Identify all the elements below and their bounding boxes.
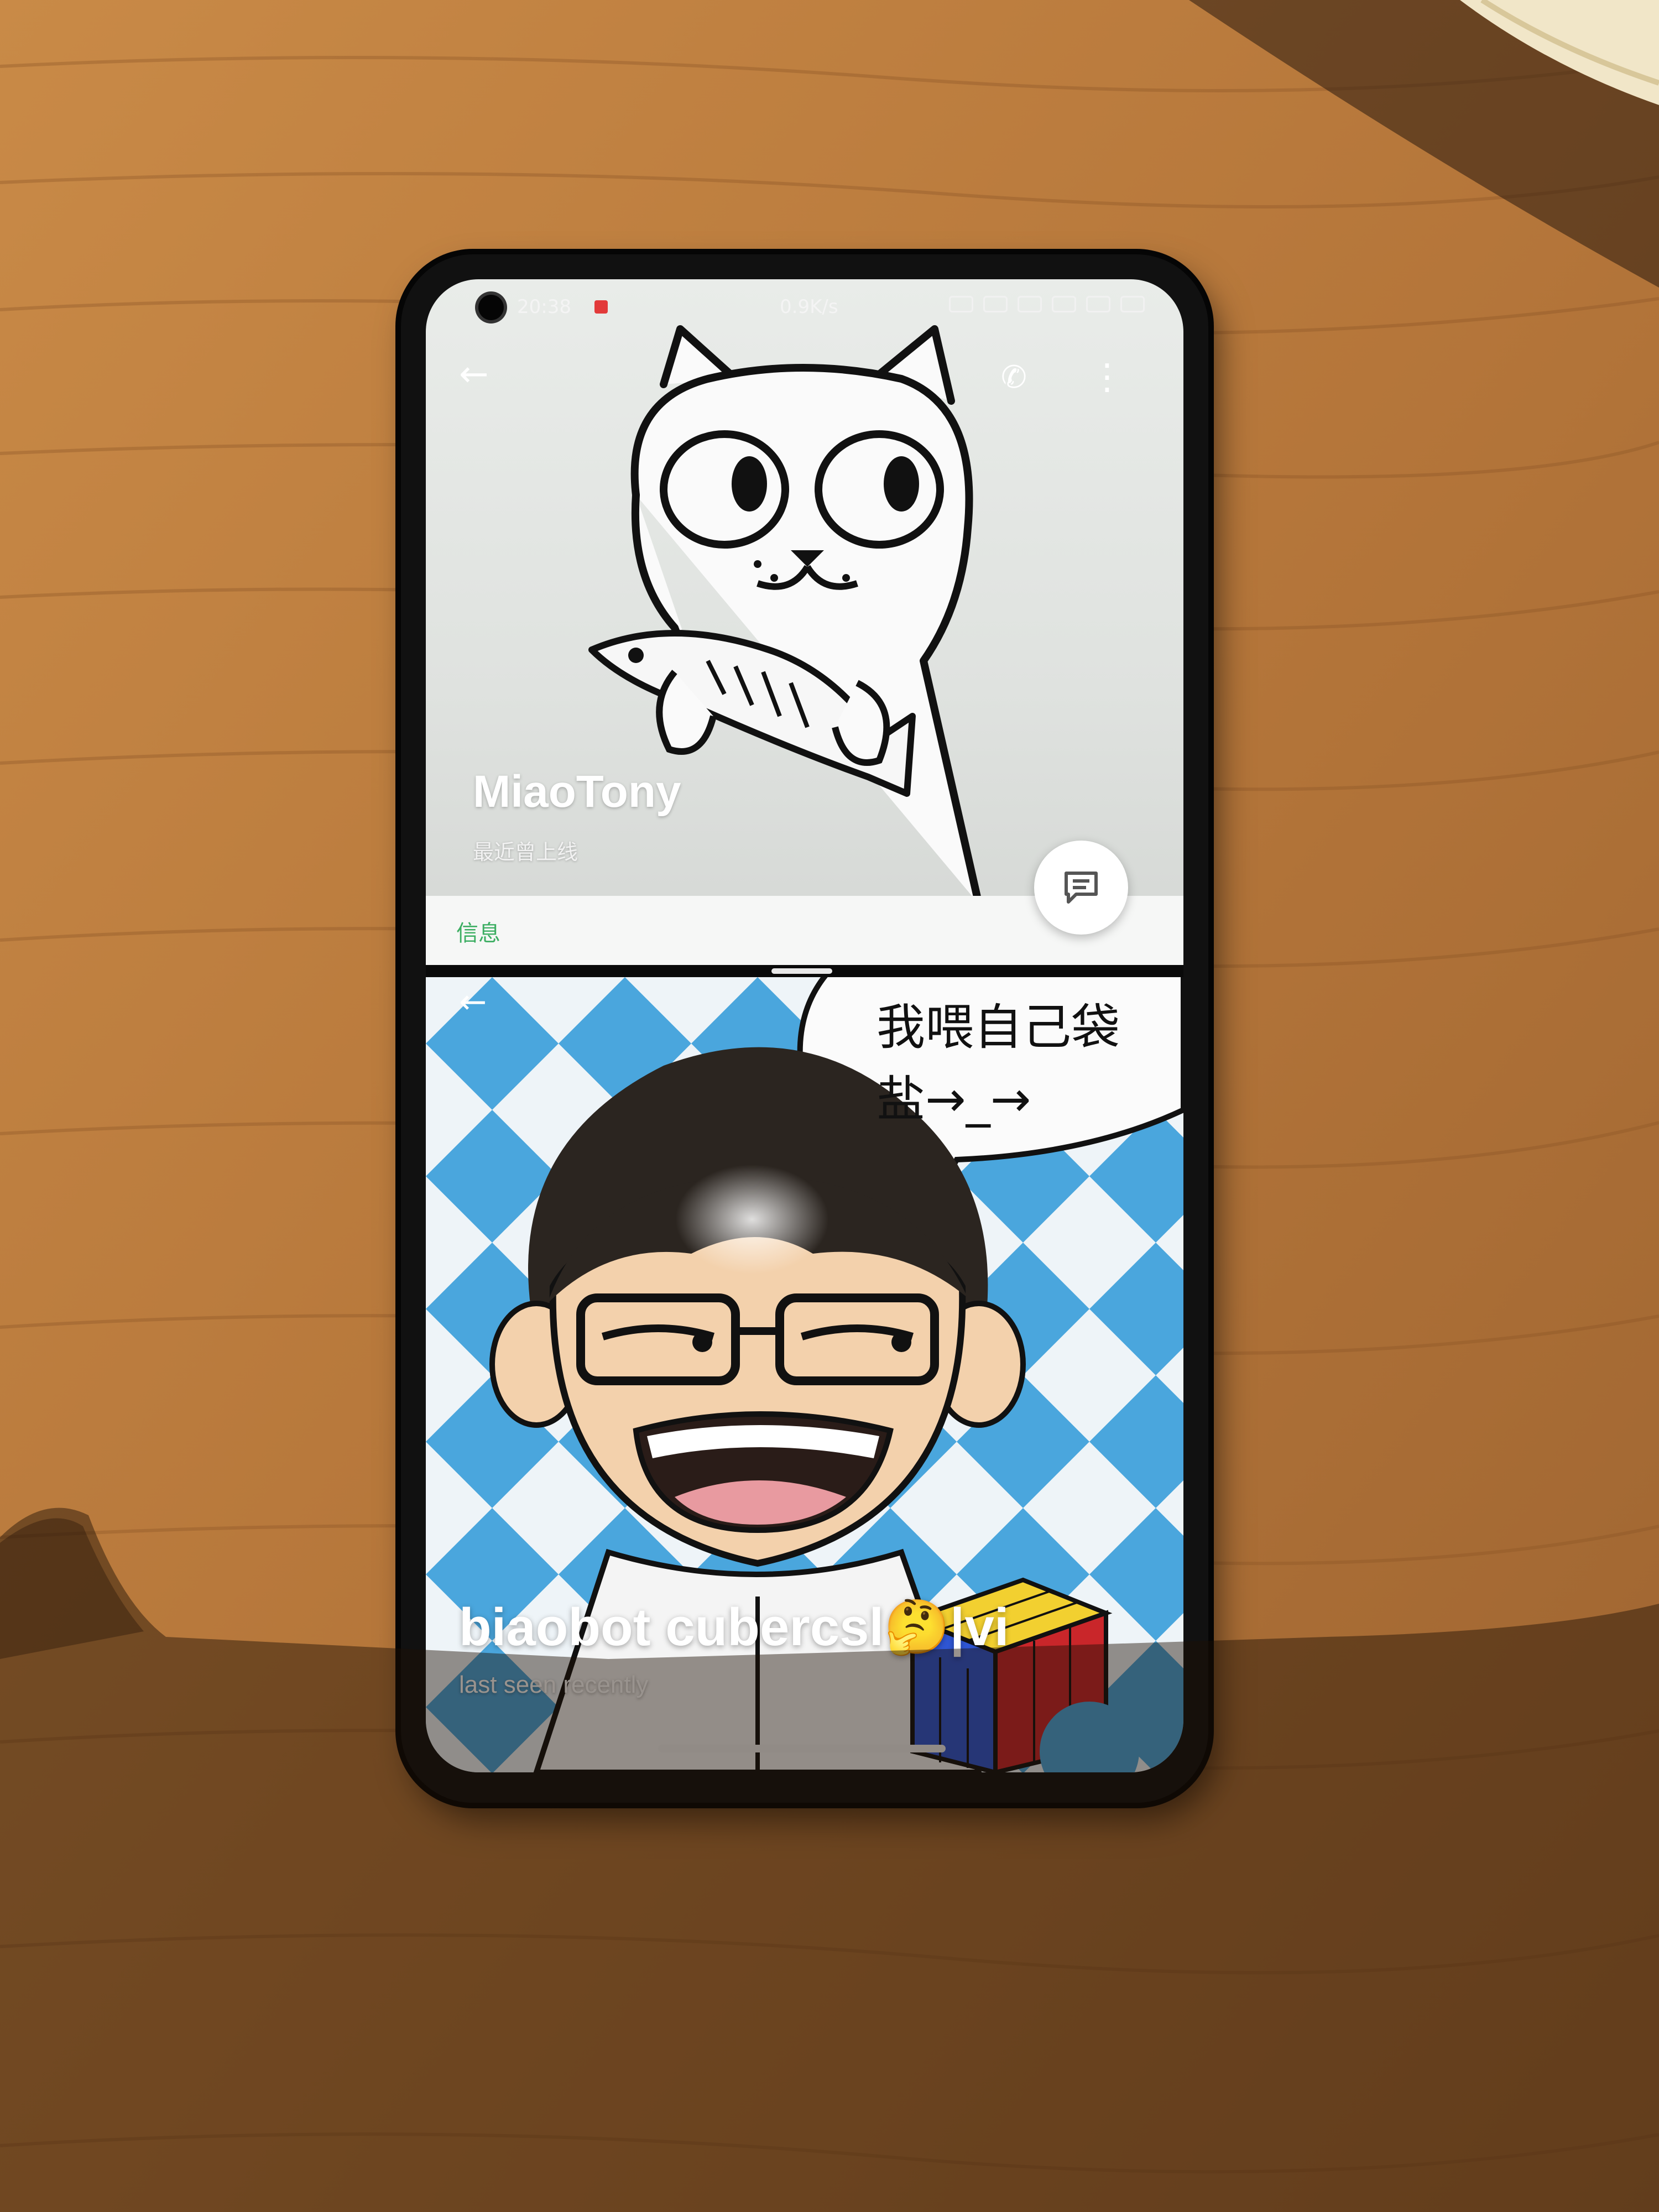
hand-shadow <box>0 1507 1659 2212</box>
photo-scene: 20:38 0.9K/s ← ✆ ⋮ MiaoTony 最近曾上线 信息 ← 我… <box>0 0 1659 2212</box>
